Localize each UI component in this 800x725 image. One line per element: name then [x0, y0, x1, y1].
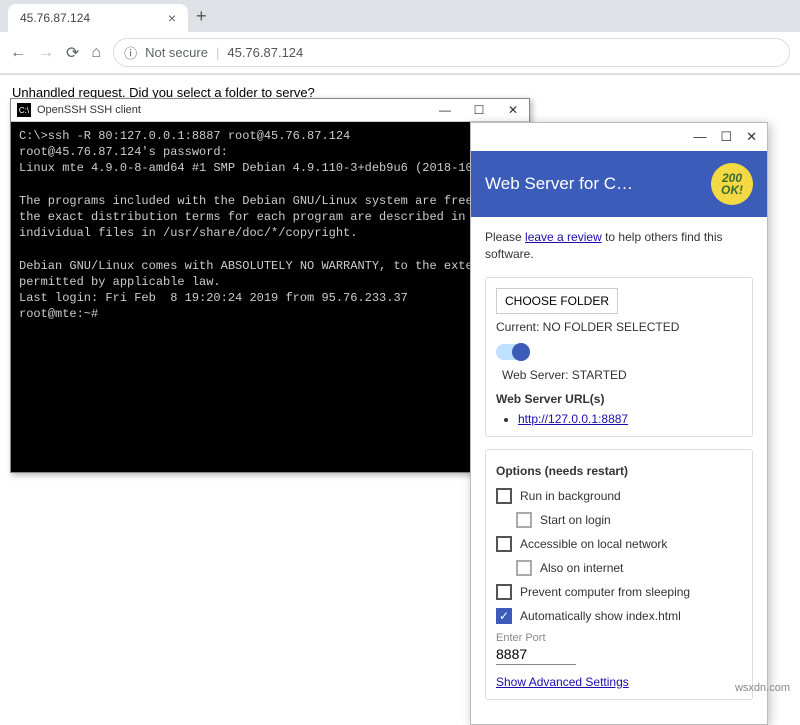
terminal-titlebar[interactable]: C:\ OpenSSH SSH client — ☐ ✕ — [11, 99, 529, 122]
security-status: Not secure — [145, 45, 208, 60]
terminal-title: OpenSSH SSH client — [37, 104, 141, 116]
url-text: 45.76.87.124 — [227, 45, 303, 60]
server-status: Web Server: STARTED — [502, 368, 742, 382]
maximize-icon[interactable]: ☐ — [720, 129, 732, 145]
options-panel: Options (needs restart) Run in backgroun… — [485, 449, 753, 700]
close-icon[interactable]: ✕ — [503, 103, 523, 117]
info-icon[interactable]: ⓘ — [124, 43, 137, 62]
app-title: Web Server for C… — [485, 174, 633, 194]
terminal-output[interactable]: C:\>ssh -R 80:127.0.0.1:8887 root@45.76.… — [11, 122, 529, 472]
reload-icon[interactable]: ⟳ — [66, 43, 79, 63]
checkbox-lan[interactable] — [496, 536, 512, 552]
review-link[interactable]: leave a review — [525, 230, 602, 244]
port-input[interactable] — [496, 644, 576, 665]
minimize-icon[interactable]: — — [435, 103, 455, 117]
app-body: Please leave a review to help others fin… — [471, 217, 767, 724]
url-input[interactable]: ⓘ Not secure | 45.76.87.124 — [113, 38, 790, 67]
app-titlebar[interactable]: — ☐ ✕ — [471, 123, 767, 151]
back-icon[interactable]: ← — [10, 44, 26, 62]
checkbox-index[interactable]: ✓ — [496, 608, 512, 624]
browser-chrome: 45.76.87.124 × + ← → ⟳ ⌂ ⓘ Not secure | … — [0, 0, 800, 75]
checkbox-sleep[interactable] — [496, 584, 512, 600]
port-label: Enter Port — [496, 632, 742, 644]
choose-folder-button[interactable]: CHOOSE FOLDER — [496, 288, 618, 314]
watermark: wsxdn.com — [735, 682, 790, 694]
checkbox-internet[interactable] — [516, 560, 532, 576]
webserver-window: — ☐ ✕ Web Server for C… 200 OK! Please l… — [470, 122, 768, 725]
checkbox-start-login[interactable] — [516, 512, 532, 528]
terminal-icon: C:\ — [17, 103, 31, 117]
browser-tab[interactable]: 45.76.87.124 × — [8, 4, 188, 32]
checkbox-run-bg[interactable] — [496, 488, 512, 504]
maximize-icon[interactable]: ☐ — [469, 103, 489, 117]
advanced-settings-link[interactable]: Show Advanced Settings — [496, 675, 629, 689]
list-item: http://127.0.0.1:8887 — [518, 412, 742, 426]
server-toggle[interactable] — [496, 344, 530, 360]
terminal-window: C:\ OpenSSH SSH client — ☐ ✕ C:\>ssh -R … — [10, 98, 530, 473]
status-badge: 200 OK! — [711, 163, 753, 205]
options-header: Options (needs restart) — [496, 464, 742, 478]
current-folder-label: Current: NO FOLDER SELECTED — [496, 320, 679, 334]
server-url-link[interactable]: http://127.0.0.1:8887 — [518, 412, 628, 426]
urls-header: Web Server URL(s) — [496, 392, 742, 406]
address-bar: ← → ⟳ ⌂ ⓘ Not secure | 45.76.87.124 — [0, 32, 800, 74]
forward-icon[interactable]: → — [38, 44, 54, 62]
review-prompt: Please leave a review to help others fin… — [485, 229, 753, 263]
folder-panel: CHOOSE FOLDER Current: NO FOLDER SELECTE… — [485, 277, 753, 437]
minimize-icon[interactable]: — — [693, 129, 706, 145]
close-tab-icon[interactable]: × — [168, 10, 176, 26]
close-icon[interactable]: ✕ — [746, 129, 757, 145]
new-tab-button[interactable]: + — [196, 6, 207, 27]
tab-bar: 45.76.87.124 × + — [0, 0, 800, 32]
app-header: Web Server for C… 200 OK! — [471, 151, 767, 217]
tab-title: 45.76.87.124 — [20, 11, 90, 25]
home-icon[interactable]: ⌂ — [91, 44, 101, 62]
